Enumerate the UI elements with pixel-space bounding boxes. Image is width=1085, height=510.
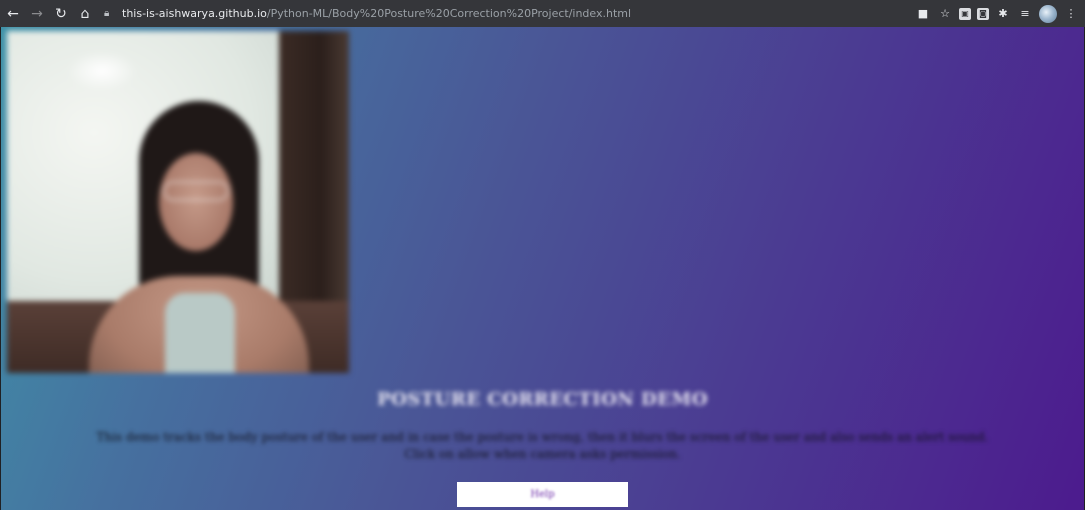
reading-list-icon[interactable]: ≡: [1017, 6, 1033, 22]
profile-avatar-icon[interactable]: [1039, 4, 1057, 23]
url-path: /Python-ML/Body%20Posture%20Correction%2…: [266, 7, 632, 20]
forward-arrow-icon[interactable]: →: [26, 3, 48, 25]
help-button-label: Help: [530, 489, 555, 500]
menu-dots-icon[interactable]: ⋮: [1063, 6, 1079, 22]
reload-icon[interactable]: ↻: [50, 3, 72, 25]
lock-icon[interactable]: 🔒︎: [104, 8, 118, 19]
url-host: this-is-aishwarya.github.io: [122, 7, 267, 20]
home-icon[interactable]: ⌂: [74, 3, 96, 25]
page-viewport: POSTURE CORRECTION DEMO This demo tracks…: [1, 27, 1084, 510]
toolbar-right-icons: ■ ☆ ▣ ◙ ✱ ≡ ⋮: [915, 4, 1085, 23]
webcam-person-face: [159, 153, 233, 251]
puzzle-icon[interactable]: ✱: [995, 6, 1011, 22]
browser-toolbar: ← → ↻ ⌂ 🔒︎ this-is-aishwarya.github.io /…: [0, 0, 1085, 27]
extension-icon[interactable]: ◙: [977, 7, 989, 20]
webcam-light: [67, 51, 137, 91]
page-description: This demo tracks the body posture of the…: [61, 429, 1024, 463]
star-icon[interactable]: ☆: [937, 6, 953, 22]
webcam-person-top: [165, 293, 235, 373]
webcam-video: [7, 31, 349, 373]
camera-in-use-icon[interactable]: ■: [915, 6, 931, 22]
address-bar[interactable]: 🔒︎ this-is-aishwarya.github.io /Python-M…: [104, 3, 915, 25]
description-line-2: Click on allow when camera asks permissi…: [404, 447, 681, 461]
description-line-1: This demo tracks the body posture of the…: [96, 430, 989, 444]
extension-icon[interactable]: ▣: [959, 7, 971, 20]
page-title: POSTURE CORRECTION DEMO: [377, 389, 708, 410]
help-button[interactable]: Help: [457, 482, 628, 507]
back-arrow-icon[interactable]: ←: [2, 3, 24, 25]
webcam-person-glasses: [163, 181, 229, 201]
